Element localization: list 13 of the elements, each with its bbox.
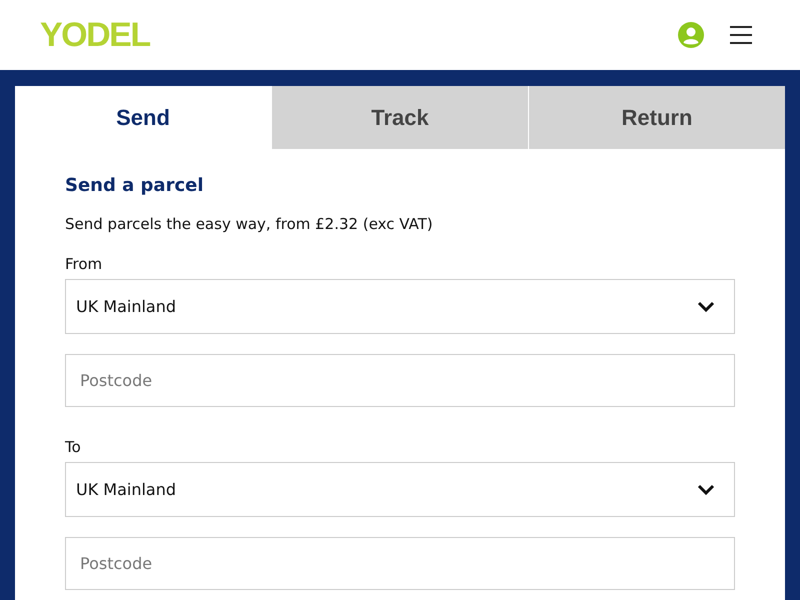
country-select[interactable]: UK Mainland [65,462,735,517]
postcode-field[interactable]: Postcode [65,537,735,590]
tab[interactable]: Return [528,86,785,149]
chevron-icon [697,300,715,312]
field-label: To [65,438,82,456]
menu-icon[interactable] [730,26,752,44]
country-select[interactable]: UK Mainland [65,279,735,334]
tab[interactable]: Track [271,86,528,149]
postcode-field[interactable]: Postcode [65,354,735,407]
form-title: Send a parcel [65,175,205,196]
chevron-icon [697,484,715,496]
intro-text: Send parcels the easy way, from £2.32 (exc VAT) [65,215,434,233]
field-label: From [65,255,104,273]
